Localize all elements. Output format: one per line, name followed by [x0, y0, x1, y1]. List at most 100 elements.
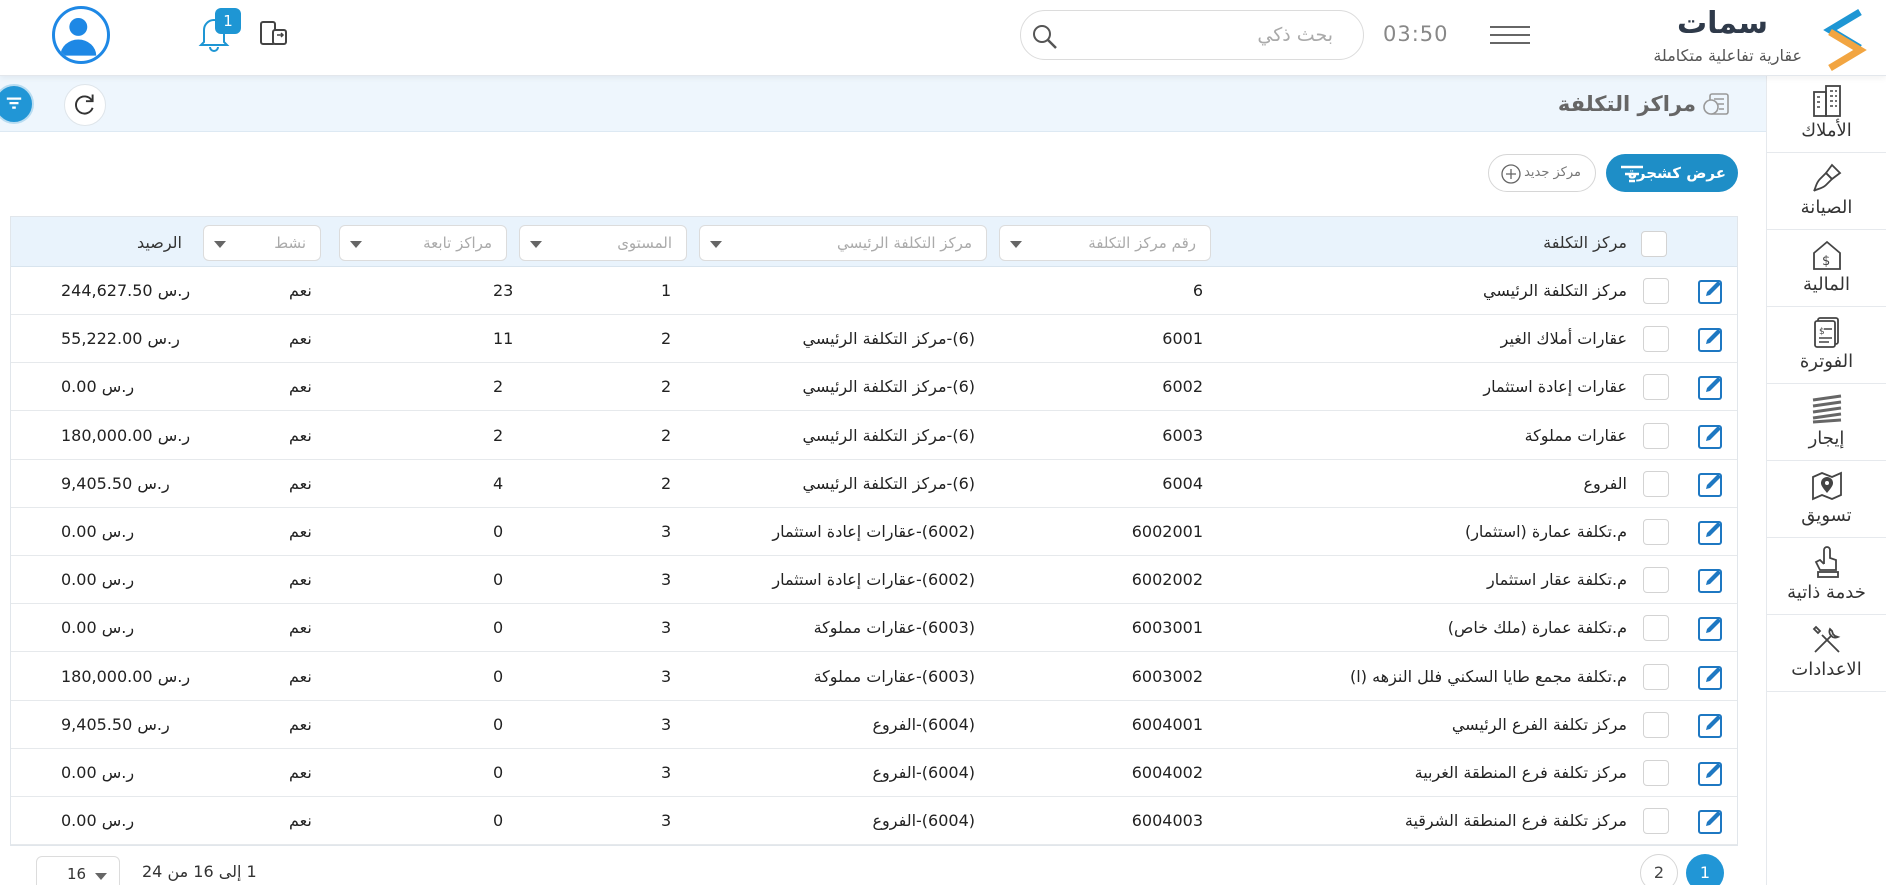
cell-code: 6002001 — [1131, 522, 1203, 541]
edit-icon[interactable] — [1697, 277, 1725, 305]
row-checkbox[interactable] — [1643, 567, 1669, 594]
table-row: م.تكلفة عمارة (ملك خاص) 6003001 (6003)-عقا… — [11, 604, 1737, 653]
cell-active: نعم — [289, 811, 312, 831]
invoice-icon: $ — [1813, 317, 1839, 348]
filter-parent[interactable]: مركز التكلفة الرئيسي — [699, 225, 987, 261]
cell-balance: 0.00 ر.س — [61, 618, 135, 638]
sidebar-item-invoicing[interactable]: $ الفوترة — [1767, 307, 1886, 384]
menu-toggle-button[interactable] — [1490, 20, 1530, 50]
cell-name: مركز تكلفة الفرع الرئيسي — [1451, 714, 1627, 734]
edit-icon[interactable] — [1697, 759, 1725, 787]
cell-sub: 0 — [493, 618, 504, 638]
table-row: عقارات أملاك الغير 6001 (6)-مركز التكلفة ا… — [11, 315, 1737, 364]
edit-icon[interactable] — [1697, 807, 1725, 835]
sidebar-item-properties[interactable]: الأملاك — [1767, 76, 1886, 153]
cost-centers-table: مركز التكلفة رقم مركز التكلفة مركز التكل… — [10, 216, 1738, 846]
row-checkbox[interactable] — [1643, 422, 1669, 449]
page-2-button[interactable]: 2 — [1640, 854, 1678, 885]
cell-name: الفروع — [1583, 473, 1627, 493]
filter-active[interactable]: نشط — [203, 225, 321, 261]
cell-name: م.تكلفة عقار استثمار — [1486, 570, 1627, 590]
device-switch-icon[interactable] — [258, 18, 290, 50]
main-content: مراكز التكلفة عرض كشجرة مركز جديد مركز ا… — [0, 76, 1766, 885]
cell-balance: 0.00 ر.س — [61, 763, 135, 782]
row-checkbox[interactable] — [1643, 615, 1669, 642]
cell-level: 3 — [661, 618, 672, 638]
cell-parent: (6)-مركز التكلفة الرئيسي — [802, 329, 975, 349]
filter-level[interactable]: المستوى — [519, 225, 687, 261]
user-icon — [60, 17, 97, 56]
select-all-checkbox[interactable] — [1641, 231, 1667, 257]
row-checkbox[interactable] — [1643, 374, 1669, 401]
new-cost-center-button[interactable]: مركز جديد — [1488, 154, 1596, 192]
cell-parent: (6004)-الفروع — [872, 763, 976, 782]
sidebar-item-maintenance[interactable]: الصيانة — [1767, 153, 1886, 230]
row-checkbox[interactable] — [1643, 326, 1669, 353]
pagination: 16 1 إلى 16 من 24 1 2 — [10, 852, 1738, 885]
cell-level: 3 — [661, 570, 672, 590]
cell-level: 3 — [661, 714, 672, 734]
samat-logo-icon — [1823, 8, 1867, 72]
top-header: سمات عقارية تفاعلية متكاملة 03:50 1 — [0, 0, 1886, 76]
edit-icon[interactable] — [1697, 711, 1725, 739]
cell-sub: 0 — [493, 666, 504, 686]
edit-icon[interactable] — [1697, 518, 1725, 546]
user-avatar[interactable] — [52, 6, 110, 64]
row-checkbox[interactable] — [1643, 711, 1669, 738]
cell-code: 6002002 — [1131, 570, 1203, 590]
cell-code: 6003001 — [1131, 618, 1203, 638]
cell-parent: (6003)-عقارات مملوكة — [813, 666, 975, 686]
table-row: عقارات إعادة استثمار 6002 (6)-مركز التكلفة… — [11, 363, 1737, 412]
sidebar-item-marketing[interactable]: تسويق — [1767, 461, 1886, 538]
cell-parent: (6003)-عقارات مملوكة — [813, 618, 975, 638]
finance-house-icon: $ — [1812, 240, 1841, 270]
filter-code-label: رقم مركز التكلفة — [1088, 234, 1196, 252]
cell-balance: 9,405.50 ر.س — [61, 473, 170, 493]
cell-level: 3 — [661, 666, 672, 686]
page-size-select[interactable]: 16 — [36, 856, 120, 885]
row-checkbox[interactable] — [1643, 663, 1669, 690]
refresh-button[interactable] — [64, 84, 106, 126]
app-name: سمات — [1676, 6, 1768, 41]
search-icon[interactable] — [1031, 23, 1059, 51]
row-checkbox[interactable] — [1643, 808, 1669, 835]
edit-icon[interactable] — [1697, 422, 1725, 450]
table-row: مركز التكلفة الرئيسي 6 1 23 نعم 244,627.50 ر.… — [11, 267, 1737, 315]
cell-sub: 0 — [493, 763, 504, 782]
cell-code: 6004001 — [1131, 714, 1203, 734]
cell-active: نعم — [289, 329, 312, 349]
sidebar-item-finance[interactable]: $ المالية — [1767, 230, 1886, 307]
cell-parent: (6002)-عقارات إعادة استثمار — [772, 570, 975, 590]
filter-code[interactable]: رقم مركز التكلفة — [999, 225, 1211, 261]
filter-sub-centers[interactable]: مراكز تابعة — [339, 225, 507, 261]
cell-name: مركز التكلفة الرئيسي — [1482, 281, 1627, 300]
row-checkbox[interactable] — [1643, 519, 1669, 545]
edit-icon[interactable] — [1697, 325, 1725, 353]
page-1-button[interactable]: 1 — [1686, 854, 1724, 885]
edit-icon[interactable] — [1697, 373, 1725, 401]
cell-active: نعم — [289, 425, 312, 445]
sidebar-item-label: الأملاك — [1801, 120, 1852, 141]
edit-icon[interactable] — [1697, 566, 1725, 594]
edit-icon[interactable] — [1697, 470, 1725, 498]
cell-balance: 0.00 ر.س — [61, 811, 135, 831]
edit-icon[interactable] — [1697, 614, 1725, 642]
search-input[interactable] — [1073, 21, 1333, 49]
row-checkbox[interactable] — [1643, 278, 1669, 304]
page-title: مراكز التكلفة — [1557, 92, 1696, 116]
cell-sub: 2 — [493, 425, 504, 445]
clock-time: 03:50 — [1383, 22, 1449, 46]
sidebar-item-self-service[interactable]: خدمة ذاتية — [1767, 538, 1886, 615]
edit-icon[interactable] — [1697, 663, 1725, 691]
sidebar-item-settings[interactable]: الاعدادات — [1767, 615, 1886, 692]
show-as-tree-button[interactable]: عرض كشجرة — [1606, 154, 1738, 192]
cell-name: مركز تكلفة فرع المنطقة الغربية — [1414, 763, 1627, 782]
cell-parent: (6004)-الفروع — [872, 714, 976, 734]
cell-name: عقارات إعادة استثمار — [1483, 377, 1627, 397]
sidebar-item-label: المالية — [1803, 274, 1850, 295]
filter-fab-button[interactable] — [0, 84, 34, 124]
cell-code: 6001 — [1162, 329, 1203, 349]
sidebar-item-rent[interactable]: إيجار — [1767, 384, 1886, 461]
row-checkbox[interactable] — [1643, 470, 1669, 497]
row-checkbox[interactable] — [1643, 760, 1669, 786]
